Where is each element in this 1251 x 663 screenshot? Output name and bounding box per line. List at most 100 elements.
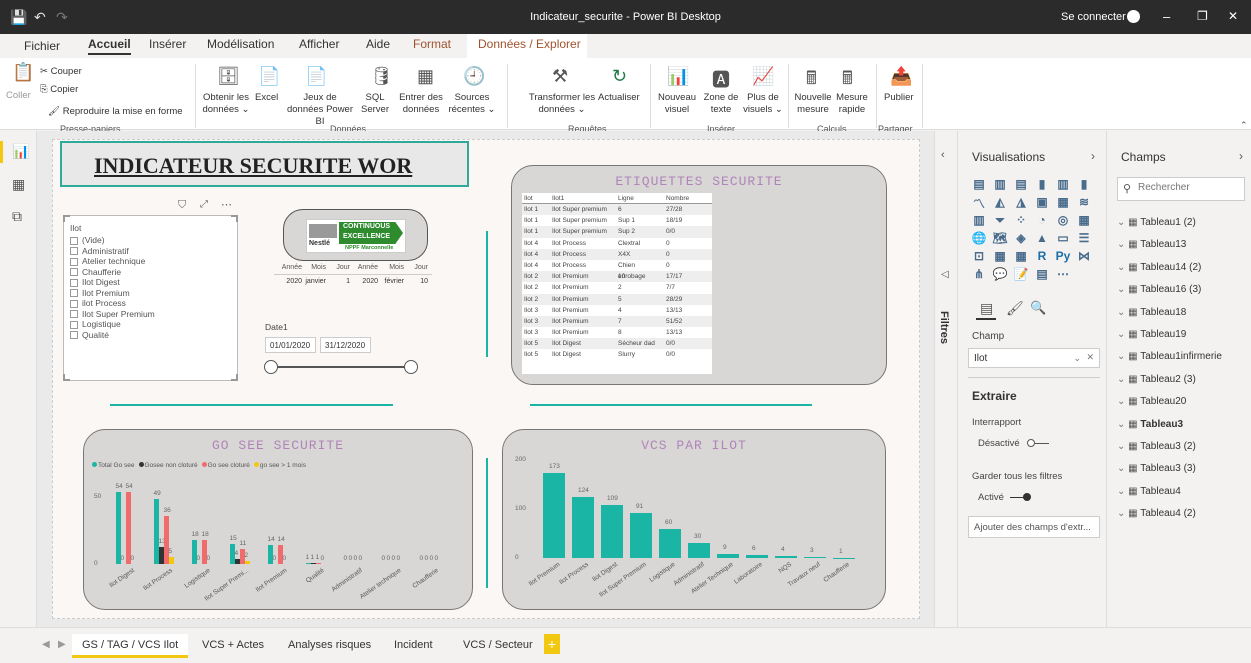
- champ-table-item[interactable]: ⌄ ▦ Tableau18: [1117, 307, 1186, 318]
- garder-filtres-toggle[interactable]: [1010, 493, 1032, 502]
- champ-table-item[interactable]: ⌄ ▦ Tableau4: [1117, 486, 1181, 497]
- date-from-input[interactable]: 01/01/2020: [265, 337, 316, 353]
- coller-button[interactable]: Coller: [6, 90, 31, 102]
- multi-row-card-icon[interactable]: ☰: [1075, 231, 1093, 245]
- table-row[interactable]: Ilot 3 Ilot Premium 4 13/13: [522, 304, 712, 316]
- expand-chevron-icon[interactable]: ⌄: [1117, 329, 1128, 340]
- interrapport-toggle[interactable]: [1027, 439, 1049, 448]
- table-row[interactable]: Ilot 2 Ilot Premium 2 7/7: [522, 282, 712, 294]
- menu-inserer[interactable]: Insérer: [149, 37, 186, 51]
- slicer-item[interactable]: Logistique: [70, 319, 121, 329]
- filled-map-icon[interactable]: 🗺: [991, 231, 1009, 245]
- python-visual-icon[interactable]: Py: [1054, 249, 1072, 263]
- champ-table-item[interactable]: ⌄ ▦ Tableau16 (3): [1117, 284, 1201, 295]
- transformer-button[interactable]: Transformer les données ⌄: [526, 92, 598, 116]
- zone-texte-button[interactable]: Zone de texte: [700, 92, 742, 116]
- menu-aide[interactable]: Aide: [366, 37, 390, 51]
- next-page-icon[interactable]: ▶: [58, 639, 66, 650]
- minimize-button[interactable]: –: [1163, 9, 1170, 24]
- filter-icon[interactable]: ⛉: [178, 199, 186, 212]
- ribbon-icon[interactable]: ≋: [1075, 195, 1093, 209]
- collapse-ribbon-icon[interactable]: ⌃: [1240, 120, 1248, 131]
- chevron-down-icon[interactable]: ⌄: [1073, 353, 1081, 364]
- stacked-area-icon[interactable]: ◮: [1012, 195, 1030, 209]
- line-clustered-icon[interactable]: ▦: [1054, 195, 1072, 209]
- bar[interactable]: [775, 556, 797, 558]
- slicer-item[interactable]: Ilot Digest: [70, 277, 120, 287]
- avatar-icon[interactable]: [1127, 10, 1140, 23]
- checkbox[interactable]: [70, 299, 78, 308]
- checkbox[interactable]: [70, 331, 78, 340]
- data-view-icon[interactable]: ▦: [12, 176, 25, 193]
- page-tab[interactable]: Incident: [384, 634, 443, 658]
- title-box[interactable]: INDICATEUR SECURITE WOR: [60, 141, 469, 187]
- menu-modelisation[interactable]: Modélisation: [207, 37, 274, 51]
- add-drillthrough-fields[interactable]: Ajouter des champs d'extr...: [968, 516, 1100, 538]
- collapse-arrow-icon[interactable]: ‹: [941, 149, 945, 161]
- bar[interactable]: [572, 497, 594, 558]
- shape-map-icon[interactable]: ◈: [1012, 231, 1030, 245]
- bar[interactable]: [543, 473, 565, 558]
- champ-table-item[interactable]: ⌄ ▦ Tableau19: [1117, 329, 1186, 340]
- slicer-item[interactable]: Atelier technique: [70, 256, 145, 266]
- champ-table-item[interactable]: ⌄ ▦ Tableau3 (2): [1117, 441, 1196, 452]
- chevron-right-icon[interactable]: ›: [1091, 149, 1095, 163]
- expand-chevron-icon[interactable]: ⌄: [1117, 351, 1128, 362]
- page-tab[interactable]: VCS / Secteur: [453, 634, 543, 658]
- table-row[interactable]: Ilot 3 Ilot Premium 8 13/13: [522, 327, 712, 339]
- key-influencers-icon[interactable]: ⋈: [1075, 249, 1093, 263]
- smart-narrative-icon[interactable]: 📝: [1012, 267, 1030, 281]
- checkbox[interactable]: [70, 289, 78, 298]
- date-to-input[interactable]: 31/12/2020: [320, 337, 371, 353]
- bar[interactable]: [311, 562, 316, 564]
- bar[interactable]: [116, 492, 121, 564]
- treemap-icon[interactable]: ▦: [1075, 213, 1093, 227]
- bar[interactable]: [126, 492, 131, 564]
- scatter-icon[interactable]: ⁘: [1012, 213, 1030, 227]
- page-tab[interactable]: GS / TAG / VCS Ilot: [72, 634, 189, 658]
- stacked-bar-icon[interactable]: ▤: [970, 177, 988, 191]
- model-view-icon[interactable]: ⧉: [12, 208, 22, 225]
- menu-format[interactable]: Format: [413, 37, 451, 51]
- champ-table-item[interactable]: ⌄ ▦ Tableau2 (3): [1117, 374, 1196, 385]
- slicer-item[interactable]: Ilot Premium: [70, 288, 130, 298]
- champ-table-item[interactable]: ⌄ ▦ Tableau3 (3): [1117, 463, 1196, 474]
- expand-chevron-icon[interactable]: ⌄: [1117, 396, 1128, 407]
- checkbox[interactable]: [70, 278, 78, 287]
- stacked-bar-100-icon[interactable]: ▤: [1012, 177, 1030, 191]
- close-button[interactable]: ✕: [1228, 9, 1238, 23]
- champ-table-item[interactable]: ⌄ ▦ Tableau3: [1117, 419, 1183, 430]
- checkbox[interactable]: [70, 310, 78, 319]
- champ-table-item[interactable]: ⌄ ▦ Tableau20: [1117, 396, 1186, 407]
- bar[interactable]: [659, 528, 681, 558]
- paginated-icon[interactable]: ▤: [1033, 267, 1051, 281]
- table-row[interactable]: Ilot 1 Ilot Super premium Sup 2 0/0: [522, 226, 712, 238]
- champ-table-item[interactable]: ⌄ ▦ Tableau4 (2): [1117, 508, 1196, 519]
- card-icon[interactable]: ▭: [1054, 231, 1072, 245]
- expand-chevron-icon[interactable]: ⌄: [1117, 486, 1128, 497]
- ilot-slicer[interactable]: Ilot (Vide) Administratif Atelier techniqu…: [63, 215, 238, 381]
- menu-donnees-explorer[interactable]: Données / Explorer: [478, 37, 581, 51]
- line-icon[interactable]: 〽: [970, 195, 988, 212]
- menu-afficher[interactable]: Afficher: [299, 37, 339, 51]
- expand-chevron-icon[interactable]: ⌄: [1117, 307, 1128, 318]
- actualiser-button[interactable]: Actualiser: [598, 92, 640, 104]
- area-icon[interactable]: ◭: [991, 195, 1009, 209]
- bar[interactable]: [717, 553, 739, 558]
- slicer-item[interactable]: ilot Process: [70, 298, 126, 308]
- gosee-panel[interactable]: GO SEE SECURITE Total Go see Gosee non cl…: [83, 429, 473, 610]
- map-icon[interactable]: 🌐: [970, 231, 988, 245]
- analytics-icon[interactable]: 🔍: [1030, 300, 1046, 316]
- maximize-button[interactable]: ❐: [1197, 9, 1208, 23]
- champ-field-well[interactable]: Ilot ⌄ ✕: [968, 348, 1100, 368]
- bar[interactable]: [630, 513, 652, 558]
- expand-chevron-icon[interactable]: ⌄: [1117, 374, 1128, 385]
- vcs-panel[interactable]: VCS PAR ILOT 0 100 200 173 Ilot Premium 124 Il…: [502, 429, 886, 610]
- entrer-button[interactable]: Entrer des données: [395, 92, 447, 116]
- slicer-item[interactable]: Ilot Super Premium: [70, 309, 155, 319]
- nouvelle-mesure-button[interactable]: Nouvelle mesure: [793, 92, 833, 116]
- expand-chevron-icon[interactable]: ⌄: [1117, 239, 1128, 250]
- bar[interactable]: [235, 558, 240, 564]
- champs-search[interactable]: ⚲: [1117, 177, 1245, 201]
- checkbox[interactable]: [70, 320, 78, 329]
